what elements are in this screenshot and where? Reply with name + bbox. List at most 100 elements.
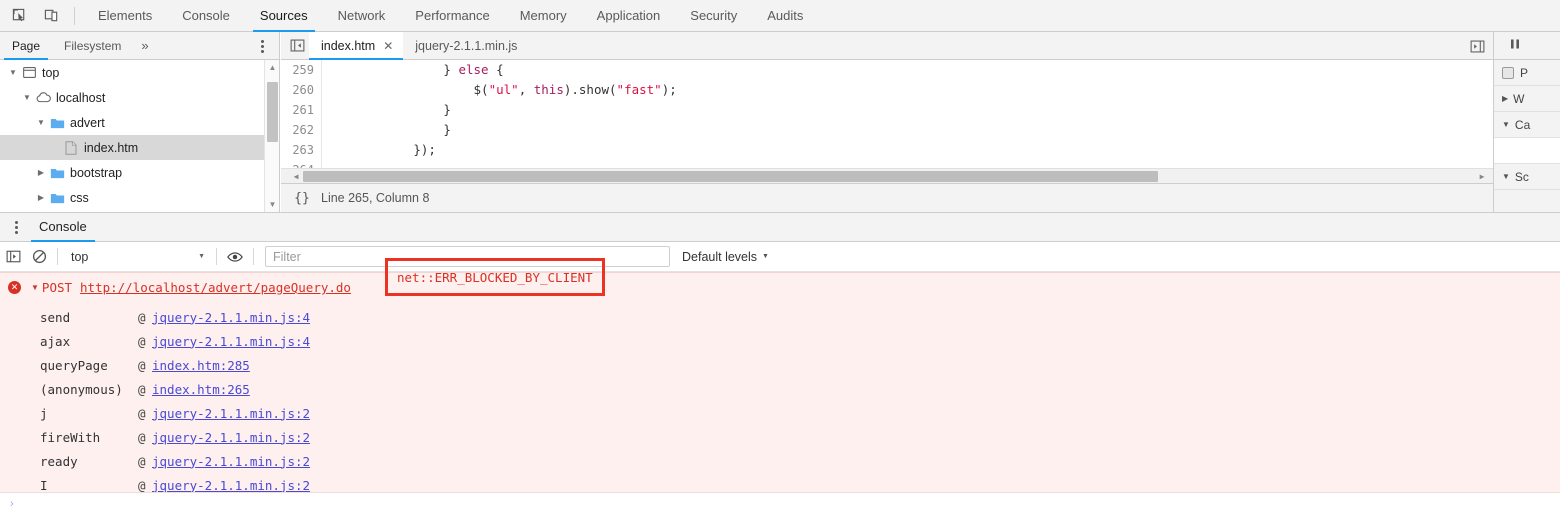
- scope-section-row[interactable]: ▼ Sc: [1494, 164, 1560, 190]
- chevron-right-icon[interactable]: ▶: [34, 185, 48, 210]
- drawer-tab-console[interactable]: Console: [27, 212, 99, 242]
- error-header-row[interactable]: ✕ ▼ POST http://localhost/advert/pageQue…: [0, 258, 1560, 302]
- toolbar-divider: [57, 248, 58, 265]
- pause-on-exceptions-checkbox[interactable]: [1502, 66, 1514, 79]
- chevron-down-icon[interactable]: ▼: [34, 110, 48, 135]
- file-tree: ▼ top ▼ localhost ▼ advert index.htm ▶ b…: [0, 60, 279, 212]
- navigator-overflow-icon[interactable]: »: [133, 38, 156, 53]
- tab-audits[interactable]: Audits: [752, 0, 818, 32]
- code-token: }: [443, 62, 459, 77]
- stack-frame-location-link[interactable]: jquery-2.1.1.min.js:4: [152, 334, 310, 349]
- console-toolbar: top ▼ Filter Default levels ▼: [0, 242, 1560, 272]
- console-sidebar-icon[interactable]: [0, 244, 26, 270]
- tab-memory[interactable]: Memory: [505, 0, 582, 32]
- scrollbar-thumb[interactable]: [267, 82, 278, 142]
- tab-network[interactable]: Network: [323, 0, 401, 32]
- scrollbar-thumb[interactable]: [303, 171, 1158, 182]
- stack-frame-row: ready @ jquery-2.1.1.min.js:2: [40, 449, 1560, 473]
- request-method: POST: [41, 280, 73, 295]
- tab-security[interactable]: Security: [675, 0, 752, 32]
- pause-on-exceptions-row[interactable]: P: [1494, 60, 1560, 86]
- editor-tab-jquery[interactable]: jquery-2.1.1.min.js: [403, 32, 527, 60]
- more-tools-icon[interactable]: [5, 216, 27, 238]
- toolbar-divider: [74, 6, 75, 25]
- chevron-down-icon: ▼: [762, 253, 769, 260]
- code-token: {: [488, 62, 504, 77]
- navigator-tab-page[interactable]: Page: [0, 32, 52, 60]
- tree-item-index-htm[interactable]: index.htm: [0, 135, 279, 160]
- folder-icon: [48, 160, 66, 185]
- clear-console-icon[interactable]: [26, 244, 52, 270]
- prompt-chevron-icon: ›: [10, 497, 14, 510]
- code-token: );: [661, 82, 677, 97]
- debugger-section-label: Ca: [1514, 117, 1531, 132]
- request-url-link[interactable]: http://localhost/advert/pageQuery.do: [80, 280, 351, 295]
- tab-console[interactable]: Console: [167, 0, 245, 32]
- editor-tab-label: jquery-2.1.1.min.js: [415, 38, 518, 53]
- scroll-right-icon[interactable]: ▶: [1475, 169, 1489, 183]
- line-number: 259: [292, 63, 314, 77]
- stack-frame-location-link[interactable]: jquery-2.1.1.min.js:2: [152, 478, 310, 493]
- chevron-down-icon[interactable]: ▼: [1502, 172, 1510, 181]
- log-levels-select[interactable]: Default levels ▼: [682, 250, 769, 264]
- stack-frame-function: fireWith: [40, 429, 101, 445]
- pause-script-icon[interactable]: [1508, 37, 1522, 54]
- toolbar-divider: [253, 248, 254, 265]
- stack-frame-row: ajax @ jquery-2.1.1.min.js:4: [40, 329, 1560, 353]
- devtools-window: Elements Console Sources Network Perform…: [0, 0, 1560, 514]
- chevron-right-icon[interactable]: ▶: [1502, 94, 1508, 103]
- scroll-left-icon[interactable]: ◀: [289, 169, 303, 183]
- create-live-expression-icon[interactable]: [222, 244, 248, 270]
- call-stack-section-row[interactable]: ▼ Ca: [1494, 112, 1560, 138]
- tab-sources[interactable]: Sources: [245, 0, 323, 32]
- console-prompt[interactable]: ›: [0, 492, 1560, 514]
- stack-frame-location-link[interactable]: jquery-2.1.1.min.js:2: [152, 454, 310, 469]
- tree-item-css[interactable]: ▶ css: [0, 185, 279, 210]
- debugger-section-label: W: [1513, 91, 1525, 106]
- watch-section-row[interactable]: ▶ W: [1494, 86, 1560, 112]
- editor-horizontal-scrollbar[interactable]: ◀ ▶: [281, 168, 1493, 183]
- navigator-tab-filesystem[interactable]: Filesystem: [52, 32, 133, 60]
- close-icon[interactable]: ✕: [383, 32, 393, 60]
- stack-frame-row: queryPage @ index.htm:285: [40, 353, 1560, 377]
- tab-application[interactable]: Application: [582, 0, 676, 32]
- execution-context-select[interactable]: top ▼: [63, 246, 211, 268]
- cursor-position: Line 265, Column 8: [321, 191, 430, 205]
- pretty-print-icon[interactable]: {}: [289, 187, 315, 209]
- tree-item-localhost[interactable]: ▼ localhost: [0, 85, 279, 110]
- scroll-up-icon[interactable]: ▲: [265, 60, 280, 75]
- toolbar-divider: [216, 248, 217, 265]
- chevron-down-icon[interactable]: ▼: [1502, 120, 1510, 129]
- navigator-more-options-icon[interactable]: [255, 37, 269, 55]
- filter-placeholder: Filter: [273, 249, 301, 264]
- stack-frame-location-link[interactable]: jquery-2.1.1.min.js:2: [152, 406, 310, 421]
- chevron-down-icon[interactable]: ▼: [20, 85, 34, 110]
- stack-frame-location-link[interactable]: jquery-2.1.1.min.js:4: [152, 310, 310, 325]
- show-navigator-icon[interactable]: [285, 32, 309, 60]
- code-token: "fast": [616, 82, 662, 97]
- editor-tab-index-htm[interactable]: index.htm ✕: [309, 31, 404, 60]
- show-debugger-icon[interactable]: [1467, 36, 1487, 56]
- code-content[interactable]: } else { $("ul", this).show("fast"); } }…: [323, 60, 1493, 180]
- device-toolbar-icon[interactable]: [38, 3, 64, 29]
- tree-item-bootstrap[interactable]: ▶ bootstrap: [0, 160, 279, 185]
- tab-elements[interactable]: Elements: [83, 0, 167, 32]
- code-editor[interactable]: 259 260 261 262 263 264 } else { $("ul",…: [281, 60, 1493, 183]
- chevron-down-icon[interactable]: ▼: [31, 283, 39, 292]
- line-number: 261: [292, 103, 314, 117]
- scroll-down-icon[interactable]: ▼: [265, 197, 280, 212]
- navigator-scrollbar[interactable]: ▲ ▼: [264, 60, 279, 212]
- stack-frame-function: ready: [40, 453, 78, 469]
- tree-item-top[interactable]: ▼ top: [0, 60, 279, 85]
- code-line: } else {: [323, 60, 1493, 80]
- stack-frame-function: ajax: [40, 333, 71, 349]
- net-error-highlight-box: net::ERR_BLOCKED_BY_CLIENT: [385, 258, 605, 296]
- chevron-down-icon[interactable]: ▼: [6, 60, 20, 85]
- inspect-element-icon[interactable]: [6, 3, 32, 29]
- chevron-right-icon[interactable]: ▶: [34, 160, 48, 185]
- tree-item-advert[interactable]: ▼ advert: [0, 110, 279, 135]
- tab-performance[interactable]: Performance: [400, 0, 504, 32]
- stack-frame-location-link[interactable]: index.htm:285: [152, 358, 250, 373]
- stack-frame-location-link[interactable]: jquery-2.1.1.min.js:2: [152, 430, 310, 445]
- stack-frame-location-link[interactable]: index.htm:265: [152, 382, 250, 397]
